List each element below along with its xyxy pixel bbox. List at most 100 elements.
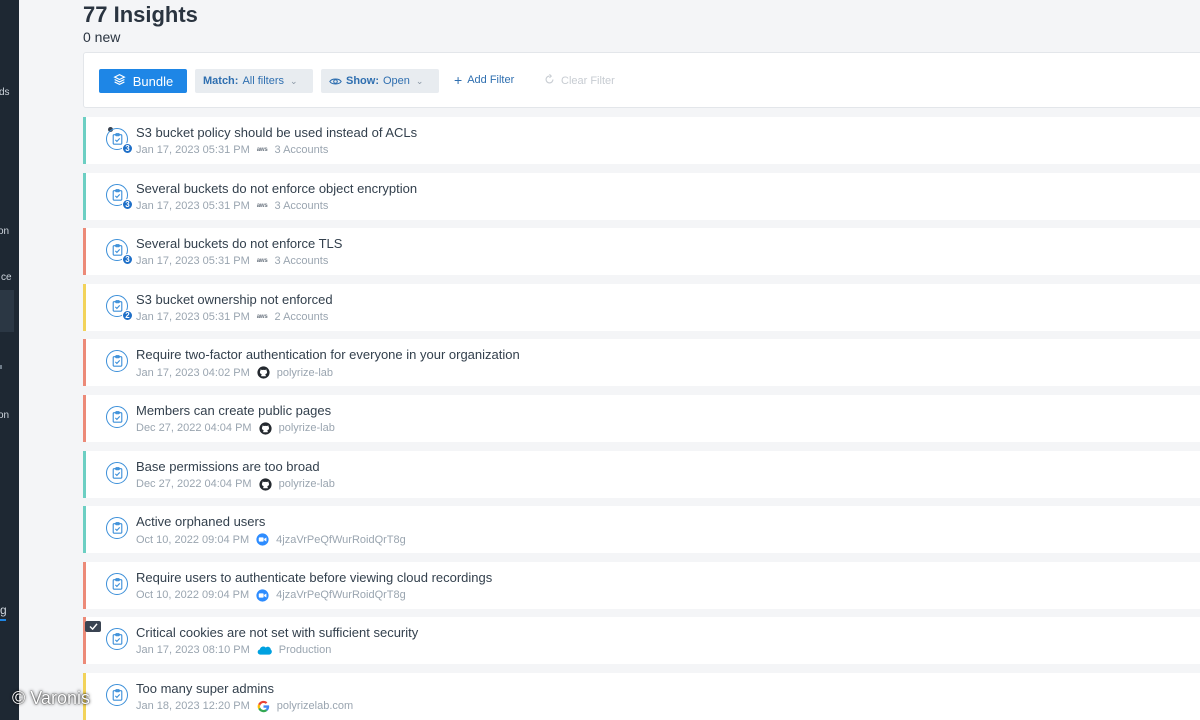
clipboard-check-icon — [106, 628, 128, 651]
match-filter-dropdown[interactable]: Match: All filters ⌄ — [195, 69, 313, 93]
insight-title: Require two-factor authentication for ev… — [136, 347, 520, 363]
page-title: 77 Insights — [83, 2, 198, 27]
insight-source: 3 Accounts — [274, 144, 329, 156]
insight-meta: Jan 17, 2023 05:31 PM aws 3 Accounts — [136, 200, 328, 212]
insight-meta: Jan 17, 2023 05:31 PM aws 3 Accounts — [136, 255, 328, 267]
copyright-watermark: © Varonis — [12, 688, 90, 708]
insight-title: S3 bucket policy should be used instead … — [136, 125, 418, 140]
insight-row[interactable]: Base permissions are too broad Dec 27, 2… — [83, 450, 1200, 498]
sidebar-active-item[interactable] — [0, 290, 14, 332]
count-badge: 3 — [122, 198, 133, 210]
aws-icon: aws — [256, 147, 268, 153]
show-filter-dropdown[interactable]: Show: Open ⌄ — [321, 69, 439, 93]
clipboard-check-icon — [106, 461, 128, 484]
insight-source: 3 Accounts — [274, 255, 329, 268]
sidebar-item-label[interactable]: on — [0, 410, 9, 421]
clipboard-check-icon — [106, 517, 128, 540]
insight-title: Too many super admins — [136, 680, 275, 696]
insight-title: Members can create public pages — [136, 402, 332, 418]
check-icon[interactable] — [85, 621, 101, 633]
insight-date: Jan 17, 2023 05:31 PM — [136, 199, 250, 212]
insight-row[interactable]: Critical cookies are not set with suffic… — [83, 617, 1200, 665]
chevron-down-icon: ⌄ — [415, 75, 424, 86]
insight-source: 3 Accounts — [274, 199, 329, 212]
show-key: Show: — [346, 75, 379, 87]
count-badge: 3 — [122, 143, 133, 154]
sidebar-item-label[interactable]: ds — [0, 87, 10, 98]
sidebar-active-underline — [0, 619, 6, 621]
insight-date: Jan 17, 2023 05:31 PM — [136, 255, 250, 268]
sidebar-item-label[interactable]: on — [0, 226, 9, 237]
clear-filter-button[interactable]: Clear Filter — [544, 73, 615, 88]
insight-source: polyrize-lab — [278, 422, 335, 435]
insight-row[interactable]: 2 S3 bucket ownership not enforced Jan 1… — [83, 283, 1200, 331]
zoom-icon — [256, 589, 269, 602]
github-icon — [258, 477, 272, 491]
match-key: Match: — [203, 75, 239, 87]
insight-source: 4jzaVrPeQfWurRoidQrT8g — [276, 533, 406, 546]
insight-source: 2 Accounts — [274, 310, 329, 323]
eye-icon — [329, 75, 342, 88]
insight-meta: Jan 17, 2023 05:31 PM aws 2 Accounts — [136, 311, 328, 323]
insight-date: Jan 17, 2023 04:02 PM — [136, 366, 250, 379]
clipboard-check-icon — [106, 405, 128, 428]
insight-meta: Dec 27, 2022 04:04 PM polyrize-lab — [136, 477, 335, 491]
insights-list: 3 S3 bucket policy should be used instea… — [83, 117, 1200, 720]
insight-row[interactable]: 3 Several buckets do not enforce TLS Jan… — [83, 228, 1200, 276]
salesforce-icon — [257, 645, 272, 656]
insight-row[interactable]: Active orphaned users Oct 10, 2022 09:04… — [83, 506, 1200, 554]
insight-date: Jan 18, 2023 12:20 PM — [136, 700, 250, 713]
plus-icon: + — [454, 71, 463, 88]
insight-meta: Jan 17, 2023 04:02 PM polyrize-lab — [136, 366, 333, 379]
clipboard-check-icon — [106, 572, 128, 595]
sidebar-divider — [0, 365, 2, 369]
insight-meta: Oct 10, 2022 09:04 PM 4jzaVrPeQfWurRoidQ… — [136, 533, 406, 546]
google-icon — [257, 700, 270, 713]
insight-row[interactable]: Members can create public pages Dec 27, … — [83, 394, 1200, 442]
bundle-button[interactable]: Bundle — [99, 69, 187, 93]
insight-meta: Jan 17, 2023 05:31 PM aws 3 Accounts — [136, 144, 328, 156]
insight-source: polyrizelab.com — [276, 700, 354, 713]
insight-row[interactable]: 3 Several buckets do not enforce object … — [83, 172, 1200, 220]
bundle-label: Bundle — [132, 73, 174, 89]
page-header: 77 Insights 0 new — [83, 2, 198, 45]
new-count: 0 new — [83, 29, 121, 45]
insight-meta: Jan 17, 2023 08:10 PM Production — [136, 644, 331, 656]
sidebar-item-label[interactable]: ce — [1, 272, 12, 283]
count-badge: 3 — [122, 254, 133, 266]
insight-row[interactable]: 3 S3 bucket policy should be used instea… — [83, 117, 1200, 164]
insight-row[interactable]: Require two-factor authentication for ev… — [83, 339, 1200, 387]
sidebar-item-label[interactable]: g — [0, 603, 7, 617]
insight-source: Production — [278, 644, 332, 657]
main-content: 77 Insights 0 new Bundle Match: All filt… — [19, 0, 1200, 720]
insight-date: Jan 17, 2023 05:31 PM — [136, 144, 250, 156]
insight-row[interactable]: Require users to authenticate before vie… — [83, 561, 1200, 609]
insight-date: Dec 27, 2022 04:04 PM — [136, 422, 252, 435]
insight-title: Active orphaned users — [136, 514, 266, 530]
chevron-down-icon: ⌄ — [290, 75, 298, 86]
insight-row[interactable]: Too many super admins Jan 18, 2023 12:20… — [83, 672, 1200, 720]
insight-meta: Jan 18, 2023 12:20 PM polyrizelab.com — [136, 700, 353, 713]
show-value: Open — [383, 75, 410, 87]
sidebar: ds on ce on g — [0, 0, 19, 720]
insight-title: Several buckets do not enforce TLS — [136, 236, 343, 252]
layers-icon — [113, 73, 126, 89]
clear-filter-label: Clear Filter — [561, 75, 615, 87]
insight-title: Several buckets do not enforce object en… — [136, 180, 418, 196]
match-value: All filters — [242, 75, 285, 87]
insight-meta: Dec 27, 2022 04:04 PM polyrize-lab — [136, 422, 335, 435]
insight-date: Jan 17, 2023 05:31 PM — [136, 310, 250, 323]
aws-icon: aws — [256, 202, 268, 209]
insight-title: Critical cookies are not set with suffic… — [136, 625, 419, 641]
clipboard-check-icon — [106, 350, 128, 373]
insight-date: Jan 17, 2023 08:10 PM — [136, 644, 250, 657]
insight-title: S3 bucket ownership not enforced — [136, 291, 333, 307]
clipboard-check-icon — [106, 683, 128, 706]
filter-toolbar: Bundle Match: All filters ⌄ Show: Open ⌄… — [83, 52, 1200, 108]
zoom-icon — [256, 533, 269, 546]
refresh-icon — [544, 73, 555, 88]
add-filter-label: Add Filter — [467, 74, 515, 86]
aws-icon: aws — [256, 313, 268, 320]
insight-date: Oct 10, 2022 09:04 PM — [136, 589, 250, 602]
add-filter-button[interactable]: + Add Filter — [454, 71, 515, 88]
